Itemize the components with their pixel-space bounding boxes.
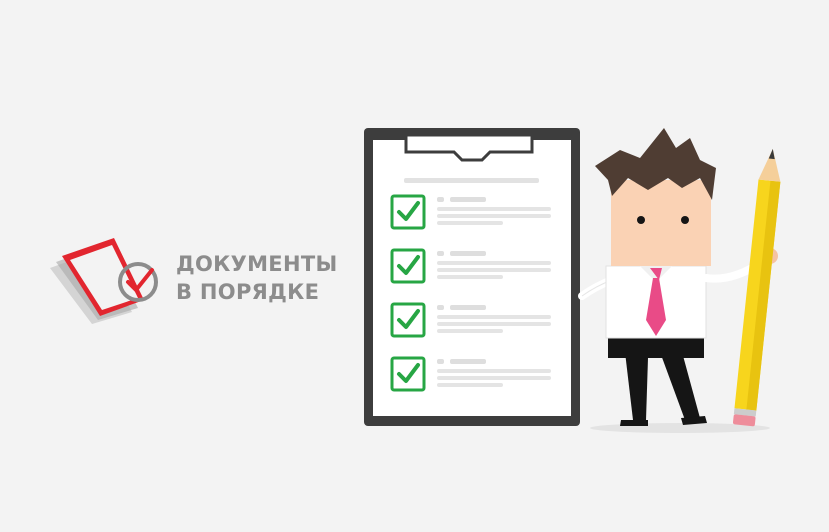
checklist-illustration	[364, 128, 781, 433]
document-check-logo-icon	[50, 238, 158, 324]
brand-line-1: ДОКУМЕНТЫ	[176, 252, 338, 276]
pencil	[732, 148, 781, 427]
clipboard	[364, 128, 580, 426]
brand-name: ДОКУМЕНТЫ В ПОРЯДКЕ	[176, 250, 338, 306]
brand-line-2: В ПОРЯДКЕ	[176, 280, 320, 304]
banner: ДОКУМЕНТЫ В ПОРЯДКЕ	[0, 0, 829, 532]
